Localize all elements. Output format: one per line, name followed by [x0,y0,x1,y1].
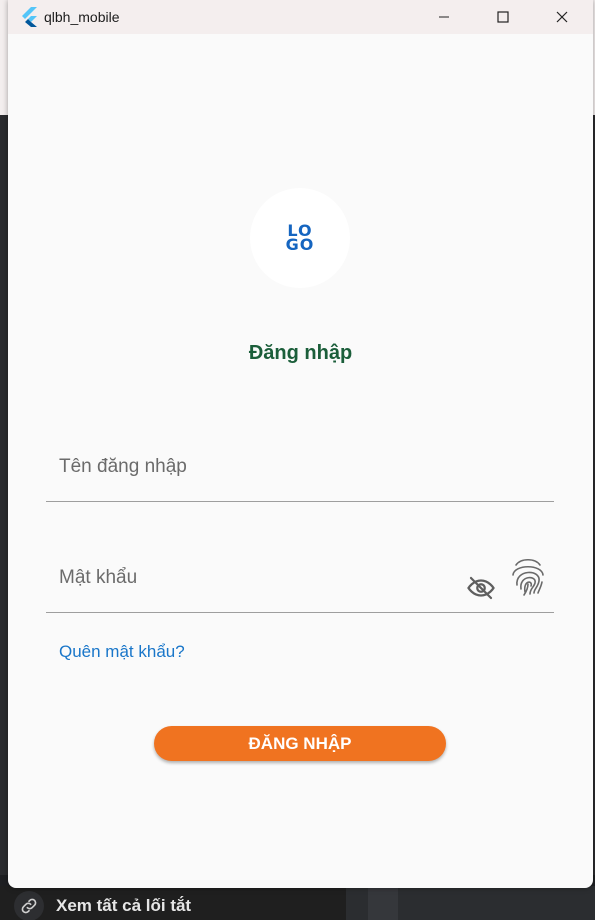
maximize-icon [497,11,509,23]
username-input[interactable] [59,452,449,482]
close-icon [556,11,568,23]
app-window: qlbh_mobile LO GO Đăng nhập Tên đăng nhậ… [8,0,593,888]
title-bar[interactable]: qlbh_mobile [8,0,593,34]
shortcut-label: Xem tất cả lối tắt [56,896,192,915]
login-button[interactable]: ĐĂNG NHẬP [154,726,446,761]
page-title: Đăng nhập [248,342,353,364]
forgot-password-link[interactable]: Quên mật khẩu? [59,642,185,662]
close-button[interactable] [539,0,585,34]
password-field [46,553,554,613]
flutter-icon [20,7,38,27]
fingerprint-icon [512,558,544,596]
logo-text: LO GO [283,223,317,254]
logo-line-2: GO [285,235,315,254]
background-panel-column [368,886,398,920]
minimize-icon [439,16,449,18]
view-all-shortcuts[interactable]: Xem tất cả lối tắt [14,891,192,920]
fingerprint-login-button[interactable] [508,555,548,597]
link-icon [14,891,44,920]
maximize-button[interactable] [480,0,526,34]
app-logo: LO GO [250,188,350,288]
eye-off-icon [467,576,495,600]
window-title: qlbh_mobile [44,9,120,25]
toggle-password-visibility[interactable] [466,573,496,603]
background-panel [346,886,595,920]
username-field [46,442,554,502]
minimize-button[interactable] [421,0,467,34]
password-input[interactable] [59,563,449,593]
